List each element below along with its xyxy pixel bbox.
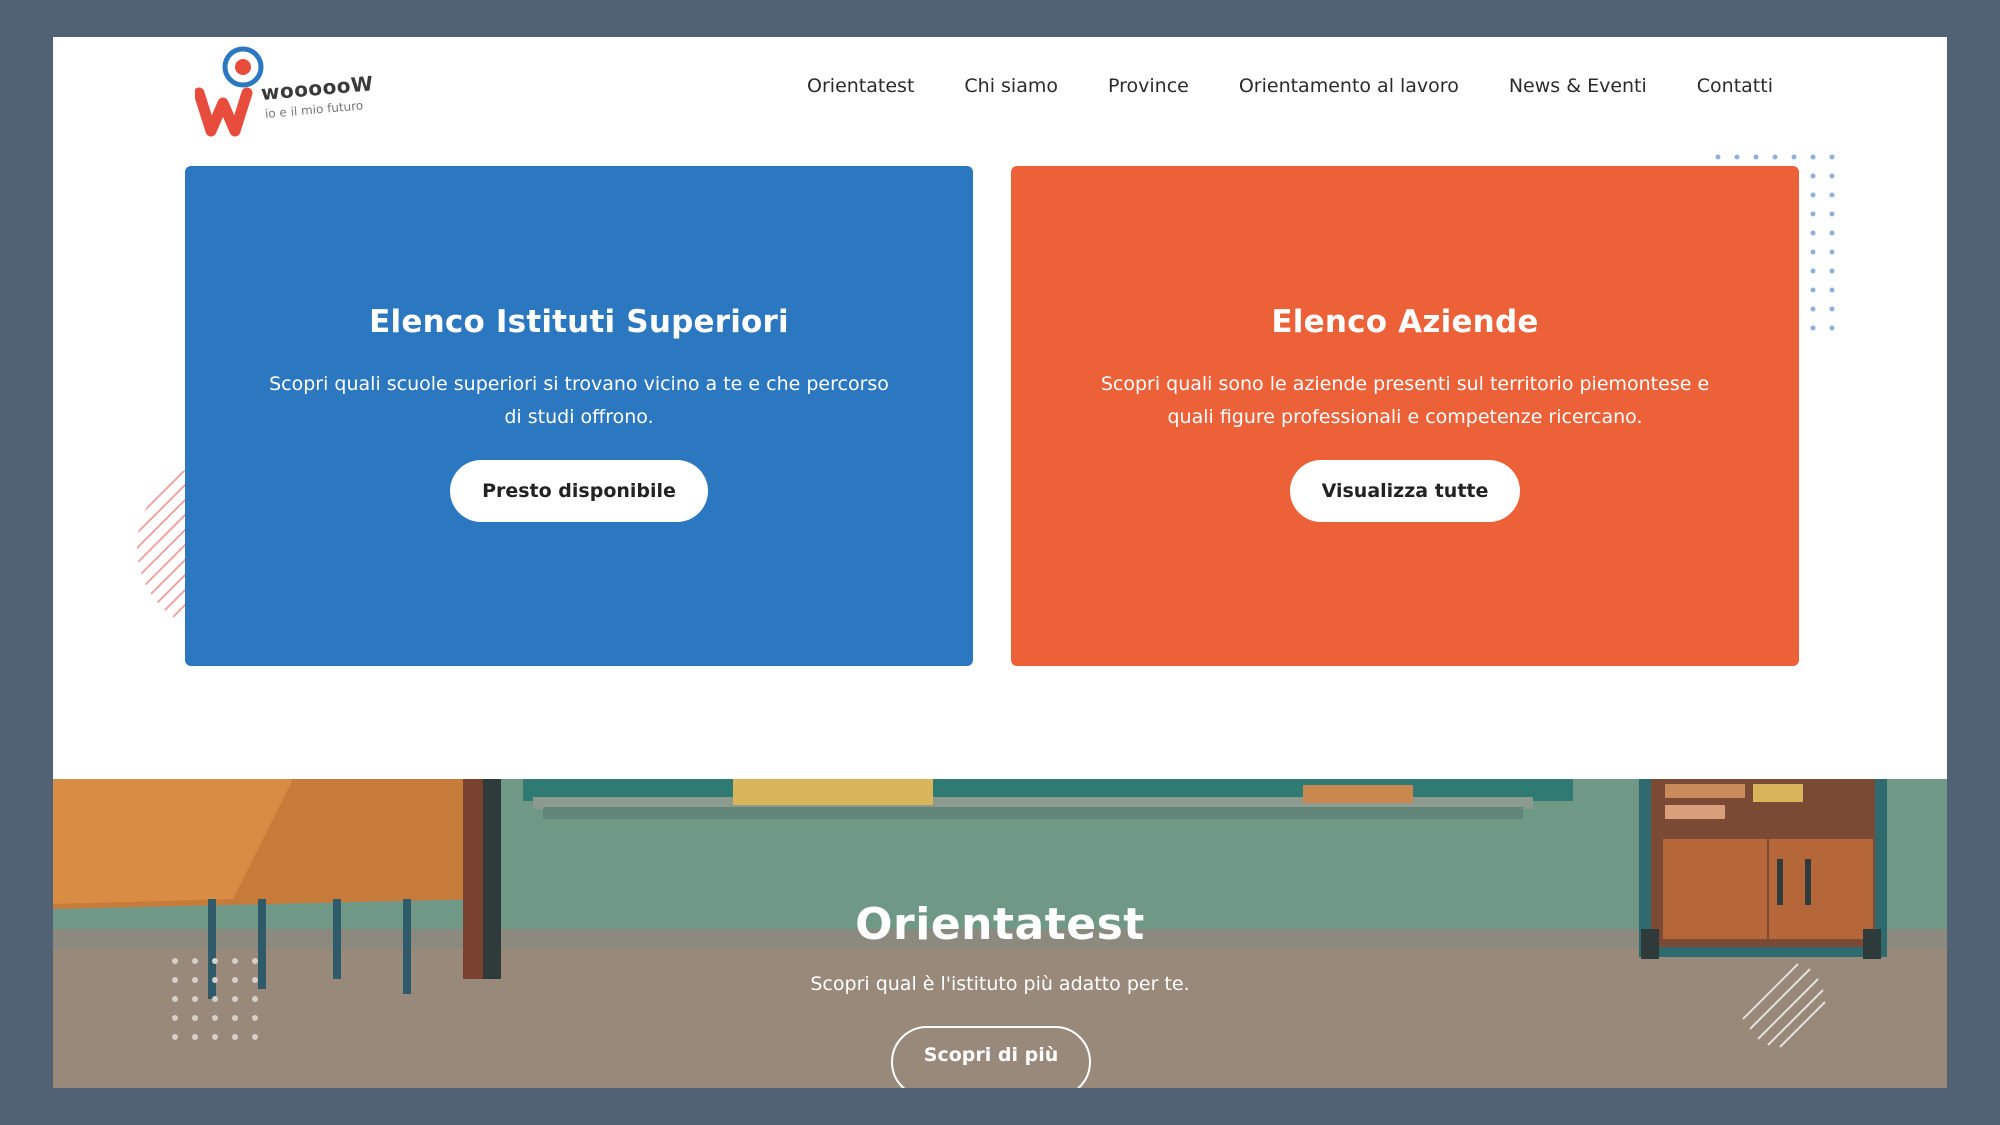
- card-istituti-superiori: Elenco Istituti Superiori Scopri quali s…: [185, 166, 973, 666]
- browser-viewport: woooooW io e il mio futuro Orientatest C…: [53, 37, 1947, 1088]
- site-header: woooooW io e il mio futuro Orientatest C…: [53, 37, 1947, 141]
- hero-title: Orientatest: [855, 899, 1145, 950]
- nav-orientatest[interactable]: Orientatest: [807, 75, 914, 97]
- site-logo[interactable]: woooooW io e il mio futuro: [193, 45, 395, 137]
- presto-disponibile-button[interactable]: Presto disponibile: [450, 460, 708, 522]
- card-title: Elenco Istituti Superiori: [369, 304, 789, 340]
- card-text: Scopri quali scuole superiori si trovano…: [269, 373, 889, 428]
- nav-contatti[interactable]: Contatti: [1697, 75, 1773, 97]
- visualizza-tutte-button[interactable]: Visualizza tutte: [1289, 460, 1521, 522]
- nav-province[interactable]: Province: [1108, 75, 1189, 97]
- card-aziende: Elenco Aziende Scopri quali sono le azie…: [1011, 166, 1799, 666]
- scopri-di-piu-button[interactable]: Scopri di più: [891, 1026, 1091, 1088]
- card-text: Scopri quali sono le aziende presenti su…: [1100, 373, 1710, 428]
- nav-news-eventi[interactable]: News & Eventi: [1509, 75, 1647, 97]
- nav-orientamento-al-lavoro[interactable]: Orientamento al lavoro: [1239, 75, 1459, 97]
- main-nav: Orientatest Chi siamo Province Orientame…: [807, 75, 1773, 97]
- hero-subtitle: Scopri qual è l'istituto più adatto per …: [810, 973, 1190, 995]
- orientatest-hero: Orientatest Scopri qual è l'istituto più…: [53, 779, 1947, 1088]
- nav-chi-siamo[interactable]: Chi siamo: [964, 75, 1058, 97]
- card-title: Elenco Aziende: [1271, 304, 1539, 340]
